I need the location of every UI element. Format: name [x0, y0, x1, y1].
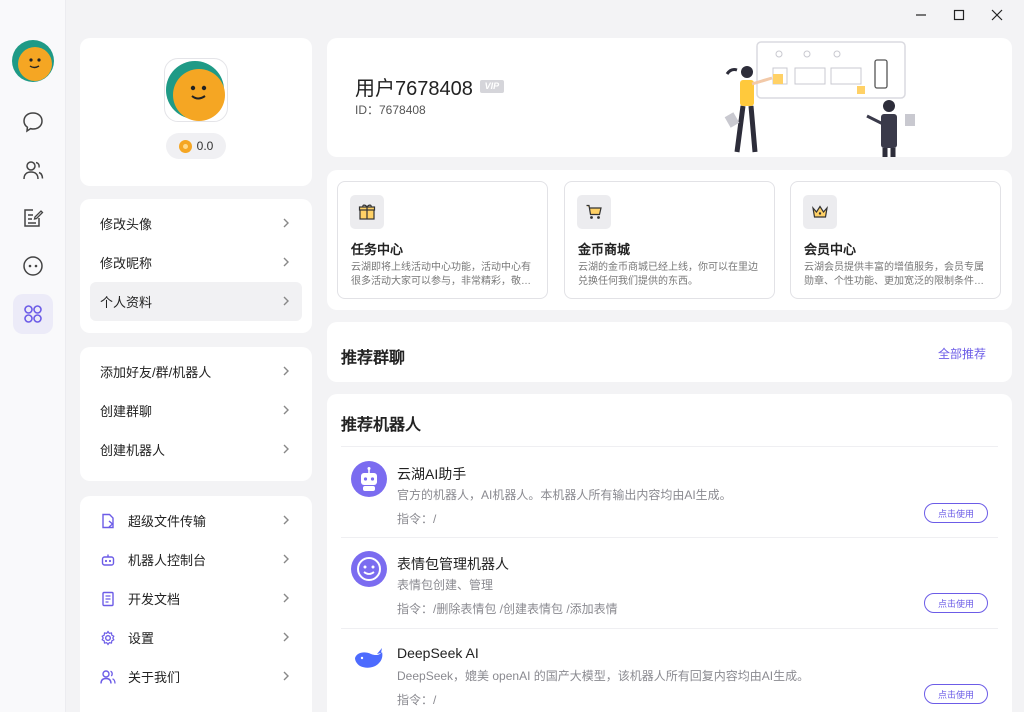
bot-commands: 指令：/: [397, 512, 437, 526]
chevron-right-icon: [283, 515, 289, 525]
menu-item-change-avatar[interactable]: 修改头像: [90, 204, 302, 243]
use-bot-button[interactable]: 点击使用: [924, 593, 988, 613]
chevron-right-icon: [283, 444, 289, 454]
menu-item-label: 开发文档: [128, 592, 181, 607]
menu-item-add-friend[interactable]: 添加好友/群/机器人: [90, 352, 302, 391]
menu-item-create-group[interactable]: 创建群聊: [90, 391, 302, 430]
menu-item-label: 设置: [128, 631, 155, 646]
notes-icon[interactable]: [13, 198, 53, 238]
feature-description: 云湖的金币商城已经上线，你可以在里边兑换任何我们提供的东西。: [578, 262, 758, 287]
bot-name: DeepSeek AI: [397, 645, 479, 661]
window-controls: [902, 4, 1016, 26]
vip-badge: VIP: [479, 80, 504, 93]
user-name-row: 用户7678408 VIP: [355, 72, 504, 101]
apps-icon[interactable]: [13, 294, 53, 334]
chevron-right-icon: [283, 632, 289, 642]
contacts-icon[interactable]: [13, 150, 53, 190]
menu-item-label: 个人资料: [100, 295, 153, 310]
bot-description: DeepSeek，媲美 openAI 的国产大模型，该机器人所有回复内容均由AI…: [397, 669, 810, 683]
maximize-icon[interactable]: [940, 4, 978, 26]
user-id: ID：7678408: [355, 103, 426, 117]
use-bot-button[interactable]: 点击使用: [924, 684, 988, 704]
feature-title: 任务中心: [351, 242, 404, 257]
coin-value: 0.0: [196, 139, 214, 153]
menu-item-label: 修改昵称: [100, 256, 153, 271]
menu-item-label: 创建机器人: [100, 443, 166, 458]
bot-name: 表情包管理机器人: [397, 556, 509, 572]
feature-description: 云湖即将上线活动中心功能，活动中心有很多活动大家可以参与，非常精彩，敬…: [351, 262, 531, 287]
close-icon[interactable]: [978, 4, 1016, 26]
user-avatar[interactable]: [12, 40, 54, 82]
menu-item-file-transfer[interactable]: 超级文件传输: [90, 501, 302, 540]
robot-console-icon: [100, 552, 116, 568]
menu-item-label: 超级文件传输: [128, 514, 207, 529]
bot-commands: 指令：/: [397, 693, 437, 707]
coin-icon: [178, 139, 192, 153]
gift-icon: [350, 195, 384, 229]
chat-icon[interactable]: [13, 102, 53, 142]
user-header-card: 用户7678408 VIP ID：7678408: [327, 38, 1012, 157]
cart-icon: [577, 195, 611, 229]
robot-avatar-icon: [351, 461, 387, 497]
feature-title: 会员中心: [804, 242, 857, 257]
menu-item-robot-console[interactable]: 机器人控制台: [90, 540, 302, 579]
smiley-avatar-icon: [351, 551, 387, 587]
menu-item-settings[interactable]: 设置: [90, 618, 302, 657]
menu-item-change-nickname[interactable]: 修改昵称: [90, 243, 302, 282]
chevron-right-icon: [283, 218, 289, 228]
bot-icon[interactable]: [13, 246, 53, 286]
bot-description: 表情包创建、管理: [397, 578, 494, 592]
bot-item[interactable]: 云湖AI助手 官方的机器人，AI机器人。本机器人所有输出内容均由AI生成。 指令…: [341, 447, 998, 537]
profile-avatar[interactable]: [164, 58, 228, 122]
chevron-right-icon: [283, 405, 289, 415]
menu-item-label: 添加好友/群/机器人: [100, 365, 212, 380]
menu-item-label: 关于我们: [128, 670, 181, 685]
whale-avatar-icon: [351, 642, 387, 678]
document-icon: [100, 591, 116, 607]
all-recommend-link[interactable]: 全部推荐: [938, 345, 986, 362]
bot-commands: 指令：/删除表情包 /创建表情包 /添加表情: [397, 602, 618, 616]
menu-item-label: 机器人控制台: [128, 553, 207, 568]
chevron-right-icon: [283, 366, 289, 376]
presentation-illustration: [724, 41, 915, 157]
user-name: 用户7678408: [355, 78, 473, 100]
feature-card-tasks[interactable]: 任务中心 云湖即将上线活动中心功能，活动中心有很多活动大家可以参与，非常精彩，敬…: [337, 181, 548, 299]
features-panel: 任务中心 云湖即将上线活动中心功能，活动中心有很多活动大家可以参与，非常精彩，敬…: [327, 170, 1012, 310]
menu-item-profile[interactable]: 个人资料: [90, 282, 302, 321]
profile-menu: 修改头像 修改昵称 个人资料: [80, 199, 312, 333]
chevron-right-icon: [283, 593, 289, 603]
create-menu: 添加好友/群/机器人 创建群聊 创建机器人: [80, 347, 312, 481]
bot-item[interactable]: 表情包管理机器人 表情包创建、管理 指令：/删除表情包 /创建表情包 /添加表情…: [341, 537, 998, 627]
profile-card: 0.0: [80, 38, 312, 186]
settings-gear-icon: [100, 629, 116, 646]
file-transfer-icon: [100, 513, 116, 529]
feature-description: 云湖会员提供丰富的增值服务，会员专属勋章、个性功能、更加宽泛的限制条件…: [804, 262, 984, 287]
chevron-right-icon: [283, 554, 289, 564]
menu-item-create-bot[interactable]: 创建机器人: [90, 430, 302, 469]
crown-icon: [803, 195, 837, 229]
coin-balance: 0.0: [166, 133, 226, 159]
chevron-right-icon: [283, 257, 289, 267]
minimize-icon[interactable]: [902, 4, 940, 26]
menu-item-dev-docs[interactable]: 开发文档: [90, 579, 302, 618]
menu-item-label: 修改头像: [100, 217, 153, 232]
recommended-bots: 推荐机器人 云湖AI助手 官方的机器人，AI机器人。本机器人所有输出内容均由AI…: [327, 394, 1012, 712]
use-bot-button[interactable]: 点击使用: [924, 503, 988, 523]
bot-name: 云湖AI助手: [397, 466, 467, 482]
recommended-groups: 推荐群聊 全部推荐: [327, 322, 1012, 382]
section-title: 推荐机器人: [341, 417, 422, 434]
chevron-right-icon: [283, 671, 289, 681]
bot-description: 官方的机器人，AI机器人。本机器人所有输出内容均由AI生成。: [397, 488, 732, 502]
bot-item[interactable]: DeepSeek AI DeepSeek，媲美 openAI 的国产大模型，该机…: [341, 628, 998, 712]
feature-title: 金币商城: [578, 242, 631, 257]
chevron-right-icon: [283, 296, 289, 306]
menu-item-label: 创建群聊: [100, 404, 153, 419]
section-title: 推荐群聊: [341, 350, 406, 367]
menu-item-about-us[interactable]: 关于我们: [90, 657, 302, 696]
feature-card-membership[interactable]: 会员中心 云湖会员提供丰富的增值服务，会员专属勋章、个性功能、更加宽泛的限制条件…: [790, 181, 1001, 299]
about-us-icon: [100, 669, 116, 685]
nav-rail: [0, 0, 66, 712]
tools-menu: 超级文件传输 机器人控制台 开发文档 设置 关于我们: [80, 496, 312, 712]
feature-card-coin-shop[interactable]: 金币商城 云湖的金币商城已经上线，你可以在里边兑换任何我们提供的东西。: [564, 181, 775, 299]
